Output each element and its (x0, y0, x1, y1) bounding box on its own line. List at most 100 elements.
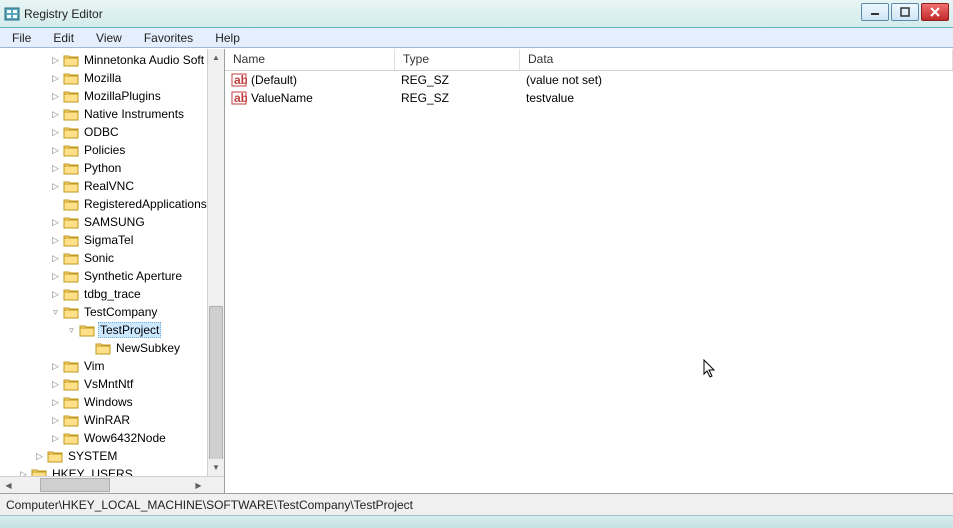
tree-item[interactable]: ▷Sonic (2, 249, 224, 267)
tree-item[interactable]: ▷Native Instruments (2, 105, 224, 123)
expand-icon[interactable]: ▷ (50, 271, 61, 282)
value-list[interactable]: (Default)REG_SZ(value not set) ValueName R… (225, 71, 953, 107)
column-header-type[interactable]: Type (395, 49, 520, 70)
expand-icon[interactable]: ▷ (50, 415, 61, 426)
expand-icon[interactable]: ▷ (50, 235, 61, 246)
folder-icon (79, 323, 95, 337)
menu-favorites[interactable]: Favorites (138, 29, 199, 47)
folder-icon (63, 287, 79, 301)
tree-item[interactable]: ▿TestCompany (2, 303, 224, 321)
scroll-thumb[interactable] (209, 306, 223, 466)
folder-icon (63, 71, 79, 85)
tree-item[interactable]: ▷ Synthetic Aperture (2, 267, 224, 285)
string-value-icon (231, 72, 247, 88)
folder-icon (63, 359, 79, 373)
tree-item[interactable]: ▷SAMSUNG (2, 213, 224, 231)
no-expand-icon (50, 199, 61, 210)
registry-tree[interactable]: ▷Minnetonka Audio Soft▷Mozilla▷MozillaPl… (0, 49, 224, 493)
list-header: Name Type Data (225, 49, 953, 71)
scroll-right-arrow-icon[interactable]: ▶ (190, 477, 207, 493)
tree-item[interactable]: ▷SYSTEM (2, 447, 224, 465)
tree-horizontal-scrollbar[interactable]: ◀ ▶ (0, 476, 224, 493)
tree-item[interactable]: ▷Vim (2, 357, 224, 375)
tree-item[interactable]: ▷tdbg_trace (2, 285, 224, 303)
expand-icon[interactable]: ▷ (50, 397, 61, 408)
expand-icon[interactable]: ▷ (50, 361, 61, 372)
tree-item[interactable]: RegisteredApplications (2, 195, 224, 213)
tree-item-label: Synthetic Aperture (82, 269, 184, 283)
tree-item-label: Mozilla (82, 71, 123, 85)
folder-icon (63, 395, 79, 409)
tree-item[interactable]: ▷ MozillaPlugins (2, 87, 224, 105)
column-header-name[interactable]: Name (225, 49, 395, 70)
expand-icon[interactable]: ▷ (34, 451, 45, 462)
menu-file[interactable]: File (6, 29, 37, 47)
tree-vertical-scrollbar[interactable]: ▲ ▼ (207, 49, 224, 476)
tree-item[interactable]: ▷ Windows (2, 393, 224, 411)
expand-icon[interactable]: ▷ (50, 145, 61, 156)
tree-item-label: NewSubkey (114, 341, 182, 355)
window-bottom-edge (0, 515, 953, 528)
scroll-thumb-h[interactable] (40, 478, 110, 492)
value-list-panel: Name Type Data (Default)REG_SZ(value not… (225, 49, 953, 493)
tree-item-label: Python (82, 161, 123, 175)
folder-icon (63, 161, 79, 175)
tree-item[interactable]: ▿ TestProject (2, 321, 224, 339)
window-buttons (861, 3, 949, 21)
tree-item[interactable]: ▷ Policies (2, 141, 224, 159)
tree-item-label: Policies (82, 143, 127, 157)
tree-item-label: TestProject (98, 322, 161, 338)
expand-icon[interactable]: ▷ (50, 433, 61, 444)
scroll-down-arrow-icon[interactable]: ▼ (208, 459, 224, 476)
expand-icon[interactable]: ▷ (50, 55, 61, 66)
tree-item[interactable]: ▷ODBC (2, 123, 224, 141)
column-header-data[interactable]: Data (520, 49, 953, 70)
menu-help[interactable]: Help (209, 29, 246, 47)
folder-icon (63, 53, 79, 67)
expand-icon[interactable]: ▷ (50, 127, 61, 138)
main-area: ▷Minnetonka Audio Soft▷Mozilla▷MozillaPl… (0, 48, 953, 493)
menu-edit[interactable]: Edit (47, 29, 80, 47)
tree-item[interactable]: ▷VsMntNtf (2, 375, 224, 393)
value-type: REG_SZ (395, 91, 520, 105)
tree-item[interactable]: ▷RealVNC (2, 177, 224, 195)
no-expand-icon (82, 343, 93, 354)
list-row[interactable]: ValueNameREG_SZtestvalue (225, 89, 953, 107)
expand-icon[interactable]: ▷ (50, 379, 61, 390)
tree-item[interactable]: ▷Wow6432Node (2, 429, 224, 447)
expand-icon[interactable]: ▷ (50, 91, 61, 102)
collapse-icon[interactable]: ▿ (50, 307, 61, 318)
tree-item[interactable]: ▷Minnetonka Audio Soft (2, 51, 224, 69)
minimize-button[interactable] (861, 3, 889, 21)
scroll-left-arrow-icon[interactable]: ◀ (0, 477, 17, 493)
menu-view[interactable]: View (90, 29, 128, 47)
tree-item[interactable]: NewSubkey (2, 339, 224, 357)
maximize-button[interactable] (891, 3, 919, 21)
expand-icon[interactable]: ▷ (50, 109, 61, 120)
tree-item-label: MozillaPlugins (82, 89, 163, 103)
tree-item[interactable]: ▷ Mozilla (2, 69, 224, 87)
tree-item[interactable]: ▷ Python (2, 159, 224, 177)
tree-item-label: SigmaTel (82, 233, 135, 247)
value-data: (value not set) (520, 73, 953, 87)
expand-icon[interactable]: ▷ (50, 217, 61, 228)
folder-icon (63, 215, 79, 229)
scroll-up-arrow-icon[interactable]: ▲ (208, 49, 224, 66)
collapse-icon[interactable]: ▿ (66, 325, 77, 336)
status-bar: Computer\HKEY_LOCAL_MACHINE\SOFTWARE\Tes… (0, 493, 953, 515)
tree-item-label: Windows (82, 395, 135, 409)
string-value-icon (231, 90, 247, 106)
value-name: ValueName (251, 91, 313, 105)
expand-icon[interactable]: ▷ (50, 181, 61, 192)
expand-icon[interactable]: ▷ (50, 253, 61, 264)
tree-item[interactable]: ▷ SigmaTel (2, 231, 224, 249)
expand-icon[interactable]: ▷ (50, 73, 61, 84)
folder-icon (63, 377, 79, 391)
close-button[interactable] (921, 3, 949, 21)
folder-icon (63, 107, 79, 121)
expand-icon[interactable]: ▷ (50, 163, 61, 174)
tree-item[interactable]: ▷WinRAR (2, 411, 224, 429)
folder-icon (95, 341, 111, 355)
expand-icon[interactable]: ▷ (50, 289, 61, 300)
list-row[interactable]: (Default)REG_SZ(value not set) (225, 71, 953, 89)
